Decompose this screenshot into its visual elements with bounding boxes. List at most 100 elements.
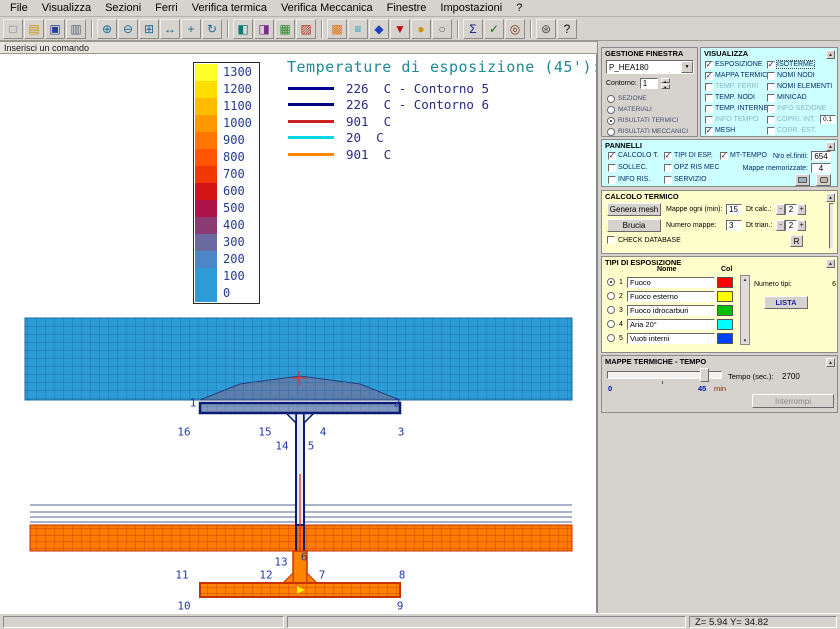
contorno-spinner[interactable]: ▲▼ [661, 78, 670, 89]
dt-calc-plus-button[interactable]: + [797, 204, 806, 215]
dt-calc-minus-button[interactable]: - [776, 204, 785, 215]
drawing-canvas[interactable]: 1300120011001000900800700600500400300200… [0, 54, 597, 613]
exposure-list-scrollbar[interactable]: ▲ ▼ [740, 275, 750, 345]
view-exposure-button[interactable]: ▨ [296, 19, 316, 39]
checkbox-nomi-nodi[interactable]: NOMI NODI [767, 70, 836, 81]
zoom-extents-button[interactable]: ↔ [160, 19, 180, 39]
exposure-color-swatch[interactable] [717, 277, 733, 288]
exposure-name-field[interactable]: Fuoco [627, 277, 715, 288]
lista-button[interactable]: LISTA [764, 296, 808, 309]
menu-item-finestre[interactable]: Finestre [380, 1, 434, 15]
r-button[interactable]: R [790, 235, 803, 247]
checkbox-sollec[interactable]: SOLLEC. [608, 162, 664, 173]
checkbox-info-sezione[interactable]: INFO SEZIONE [767, 103, 836, 114]
zoom-out-button[interactable]: ⊖ [118, 19, 138, 39]
command-bar[interactable]: Inserisci un comando [0, 41, 597, 54]
help-tool-button[interactable]: ? [557, 19, 577, 39]
exposure-type-vuoti-interni[interactable]: 5Vuoti interni [602, 331, 733, 345]
print-button[interactable] [795, 174, 810, 186]
new-file-button[interactable]: □ [3, 19, 23, 39]
exposure-type-fuoco[interactable]: 1Fuoco [602, 275, 733, 289]
exposure-color-swatch[interactable] [717, 291, 733, 302]
settings-button[interactable]: ⊛ [536, 19, 556, 39]
option-risultati-termici[interactable]: RISULTATI TERMICI [607, 115, 688, 126]
option-materiali[interactable]: MATERIALI [607, 104, 688, 115]
view-section-button[interactable]: ◧ [233, 19, 253, 39]
isotherms-button[interactable]: ≡ [348, 19, 368, 39]
checkbox-info-tempo[interactable]: INFO TEMPO [705, 114, 772, 125]
spinner-up-icon[interactable]: ▲ [661, 78, 670, 83]
scroll-up-icon[interactable]: ▲ [743, 277, 747, 282]
zoom-in-button[interactable]: ⊕ [97, 19, 117, 39]
spinner-down-icon[interactable]: ▼ [661, 84, 670, 89]
checkbox-corr-est[interactable]: CORR. EST. [767, 125, 836, 136]
pan-button[interactable]: + [181, 19, 201, 39]
exposure-color-swatch[interactable] [717, 333, 733, 344]
checkbox-temp-interne[interactable]: TEMP. INTERNE [705, 103, 772, 114]
exposure-type-fuoco-idrocarburi[interactable]: 3Fuoco idrocarburi [602, 303, 733, 317]
snapshot-button[interactable] [816, 174, 831, 186]
interrompi-button[interactable]: Interrompi [752, 394, 834, 408]
exposure-name-field[interactable]: Fuoco idrocarburi [627, 305, 715, 316]
collapse-button[interactable]: ▲ [826, 259, 835, 268]
save-button[interactable]: ▣ [45, 19, 65, 39]
temp-nodes-button[interactable]: ◆ [369, 19, 389, 39]
view-mesh-button[interactable]: ▦ [275, 19, 295, 39]
genera-mesh-button[interactable]: Genera mesh [607, 203, 661, 216]
option-risultati-meccanici[interactable]: RISULTATI MECCANICI [607, 126, 688, 137]
checkbox-tipi-di-esp[interactable]: ✓TIPI DI ESP. [664, 150, 720, 161]
print-button[interactable]: ▥ [66, 19, 86, 39]
menu-item-verifica-termica[interactable]: Verifica termica [185, 1, 274, 15]
collapse-button[interactable]: ▲ [826, 193, 835, 202]
menu-item-verifica-meccanica[interactable]: Verifica Meccanica [274, 1, 380, 15]
view-materials-button[interactable]: ◨ [254, 19, 274, 39]
checkbox-mesh[interactable]: ✓MESH [705, 125, 772, 136]
zoom-window-button[interactable]: ⊞ [139, 19, 159, 39]
brucia-button[interactable]: Brucia [607, 219, 661, 232]
exposure-color-swatch[interactable] [717, 305, 733, 316]
verify-button[interactable]: ✓ [484, 19, 504, 39]
option-sezione[interactable]: SEZIONE [607, 93, 688, 104]
numero-mappe-field[interactable]: 3 [726, 220, 742, 231]
window-selector-combo[interactable]: P_HEA180 ▼ [606, 60, 694, 74]
exposure-type-fuoco-esterno[interactable]: 2Fuoco esterno [602, 289, 733, 303]
exposure-name-field[interactable]: Aria 20° [627, 319, 715, 330]
sum-button[interactable]: Σ [463, 19, 483, 39]
redraw-button[interactable]: ↻ [202, 19, 222, 39]
chevron-down-icon[interactable]: ▼ [681, 61, 693, 73]
dt-calc-field[interactable]: 2 [785, 204, 797, 215]
thermal-map-button[interactable]: ▩ [327, 19, 347, 39]
exposure-name-field[interactable]: Fuoco esterno [627, 291, 715, 302]
tempo-slider-handle[interactable] [700, 368, 709, 382]
checkbox-temp-ferri[interactable]: TEMP. FERRI [705, 81, 772, 92]
menu-item-file[interactable]: File [3, 1, 35, 15]
menu-item-sezioni[interactable]: Sezioni [98, 1, 148, 15]
menu-item-impostazioni[interactable]: Impostazioni [433, 1, 509, 15]
copri-int-field[interactable]: 0.1 [820, 115, 836, 124]
menu-item-ferri[interactable]: Ferri [148, 1, 185, 15]
checkbox-isoterme[interactable]: ✓ISOTERME [767, 59, 836, 70]
info-time-button[interactable]: ● [411, 19, 431, 39]
exposure-name-field[interactable]: Vuoti interni [627, 333, 715, 344]
exposure-color-swatch[interactable] [717, 319, 733, 330]
checkbox-calcolo-t[interactable]: ✓CALCOLO T. [608, 150, 664, 161]
checkbox-minicad[interactable]: MINICAD [767, 92, 836, 103]
exposure-type-aria-20[interactable]: 4Aria 20° [602, 317, 733, 331]
open-folder-button[interactable]: ▤ [24, 19, 44, 39]
checkbox-nomi-elementi[interactable]: NOMI ELEMENTI [767, 81, 836, 92]
checkbox-copri-int[interactable]: COPRI. INT.0.1 [767, 114, 836, 125]
menu-item-visualizza[interactable]: Visualizza [35, 1, 98, 15]
checkbox-temp-nodi[interactable]: TEMP. NODI [705, 92, 772, 103]
checkbox-info-ris[interactable]: INFO RIS. [608, 174, 664, 185]
results-button[interactable]: ◎ [505, 19, 525, 39]
checkbox-esposizione[interactable]: ✓ESPOSIZIONE [705, 59, 772, 70]
collapse-button[interactable]: ▲ [826, 50, 835, 59]
checkbox-opz-ris-mec[interactable]: OPZ RIS MEC [664, 162, 720, 173]
dt-trian-plus-button[interactable]: + [797, 220, 806, 231]
info-section-button[interactable]: ○ [432, 19, 452, 39]
temp-bars-button[interactable]: ▼ [390, 19, 410, 39]
checkbox-icon[interactable] [607, 236, 615, 244]
collapse-button[interactable]: ▲ [826, 358, 835, 367]
contorno-field[interactable]: 1 [640, 78, 658, 89]
menu-item-item[interactable]: ? [509, 1, 529, 15]
